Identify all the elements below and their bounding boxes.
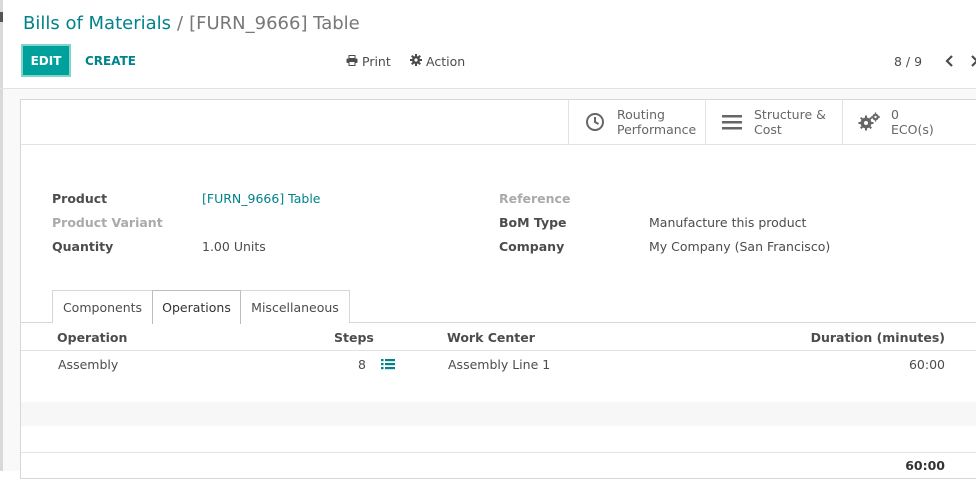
structure-cost-button[interactable]: Structure & Cost <box>705 100 842 144</box>
bom-type-value: Manufacture this product <box>649 215 807 230</box>
bom-type-label: BoM Type <box>499 215 567 230</box>
clock-icon <box>583 110 607 134</box>
routing-line1: Routing <box>617 107 665 122</box>
cell-work-center: Assembly Line 1 <box>448 357 551 372</box>
column-header-steps[interactable]: Steps <box>334 330 374 345</box>
quantity-number: 1.00 <box>202 239 230 254</box>
reference-label: Reference <box>499 191 571 206</box>
cell-duration: 60:00 <box>908 357 945 372</box>
column-header-operation[interactable]: Operation <box>57 330 127 345</box>
eco-count: 0 <box>891 107 899 122</box>
action-menu-button[interactable]: Action <box>410 54 465 69</box>
cogs-icon <box>857 110 881 134</box>
edit-button[interactable]: EDIT <box>21 44 71 77</box>
chevron-left-icon[interactable] <box>942 52 958 70</box>
product-link[interactable]: [FURN_9666] Table <box>202 191 321 206</box>
column-header-duration[interactable]: Duration (minutes) <box>811 330 945 345</box>
tab-miscellaneous[interactable]: Miscellaneous <box>240 290 350 323</box>
create-button[interactable]: CREATE <box>85 54 136 68</box>
list-icon[interactable] <box>381 358 395 373</box>
pager-value[interactable]: 8 / 9 <box>894 54 922 69</box>
chevron-right-icon[interactable] <box>968 52 976 70</box>
routing-line2: Performance <box>617 122 697 137</box>
print-label: Print <box>362 54 391 69</box>
breadcrumb-separator: / <box>177 13 184 34</box>
breadcrumb-current: [FURN_9666] Table <box>189 13 360 34</box>
structure-line1: Structure & <box>754 107 826 122</box>
tab-components[interactable]: Components <box>52 290 153 323</box>
breadcrumb-parent-link[interactable]: Bills of Materials <box>23 13 171 34</box>
print-menu-button[interactable]: Print <box>346 54 391 69</box>
routing-performance-button[interactable]: Routing Performance <box>568 100 705 144</box>
quantity-label: Quantity <box>52 239 114 254</box>
smart-button-box: Routing Performance Structure & Cost 0 E… <box>21 100 976 145</box>
cell-operation: Assembly <box>58 357 119 372</box>
column-header-work-center[interactable]: Work Center <box>447 330 535 345</box>
left-edge-marker <box>0 12 3 22</box>
product-label: Product <box>52 191 108 206</box>
cell-steps: 8 <box>358 357 366 372</box>
breadcrumb: Bills of Materials / [FURN_9666] Table <box>23 13 360 34</box>
eco-label: ECO(s) <box>891 122 934 137</box>
product-variant-label: Product Variant <box>52 215 163 230</box>
company-value: My Company (San Francisco) <box>649 239 831 254</box>
eco-button[interactable]: 0 ECO(s) <box>842 100 976 144</box>
print-icon <box>346 54 358 69</box>
quantity-uom: Units <box>233 239 266 254</box>
empty-row-stripe <box>21 402 976 426</box>
action-label: Action <box>426 54 466 69</box>
gear-icon <box>410 54 422 69</box>
form-sheet: Routing Performance Structure & Cost 0 E… <box>20 99 976 479</box>
quantity-value: 1.00 Units <box>202 239 266 254</box>
company-label: Company <box>499 239 565 254</box>
tab-operations[interactable]: Operations <box>152 290 241 324</box>
table-footer-divider <box>21 452 976 453</box>
structure-line2: Cost <box>754 122 782 137</box>
bars-icon <box>720 110 744 134</box>
table-header-divider <box>21 350 976 351</box>
